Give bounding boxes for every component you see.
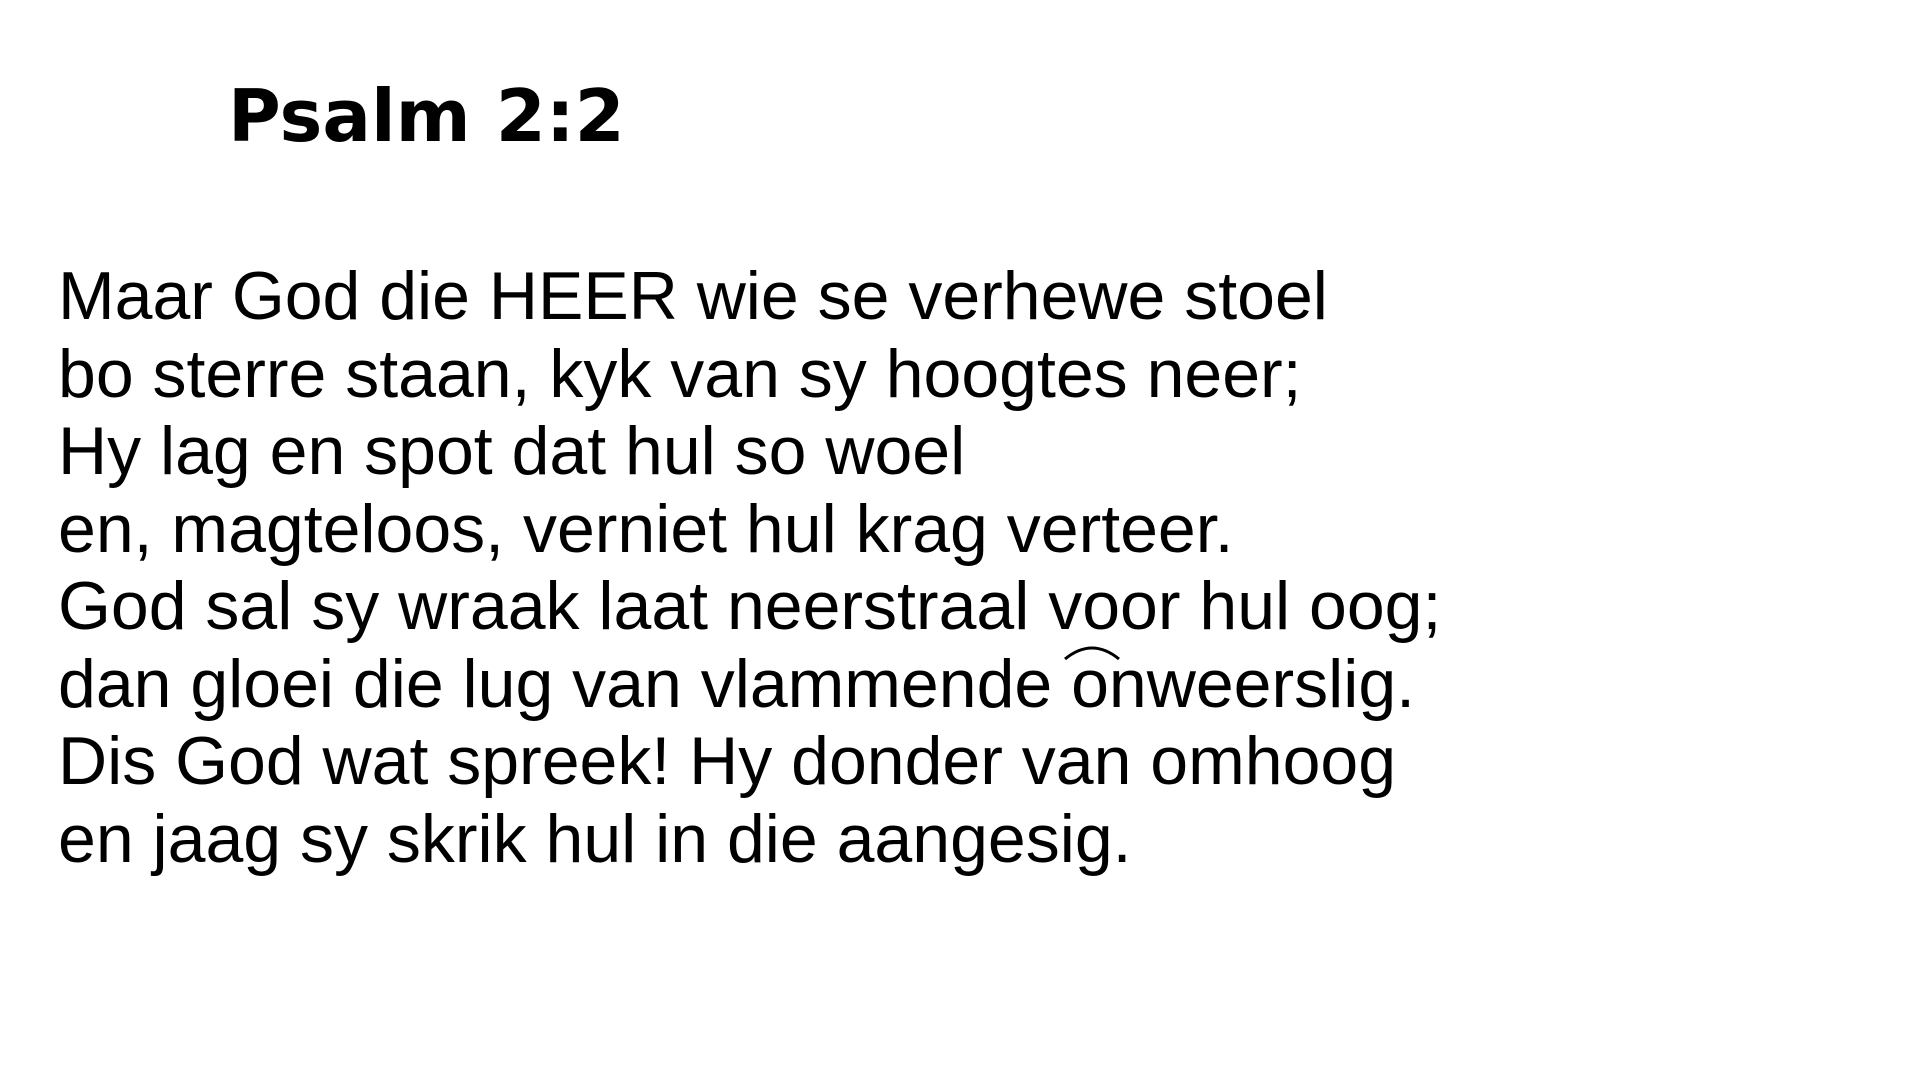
verse-line-1: Maar God die HEER wie se verhewe stoel xyxy=(58,258,1328,334)
verse-line-6-after: onweerslig. xyxy=(1071,645,1416,722)
verse-line-6: dan gloei die lug van vlammende onweersl… xyxy=(58,646,1898,724)
verse-line-8: en jaag sy skrik hul in die aangesig. xyxy=(58,800,1132,877)
verse-line-4: en, magteloos, verniet hul krag verteer. xyxy=(58,490,1234,567)
verse-line-7: Dis God wat spreek! Hy donder van omhoog xyxy=(58,723,1397,799)
verse-line-3: Hy lag en spot dat hul so woel xyxy=(58,413,966,489)
verse-line-6-before: dan gloei die lug van vlammende xyxy=(58,645,1053,722)
slide: Psalm 2:2 Maar God die HEER wie se verhe… xyxy=(0,0,1920,1080)
slide-title: Psalm 2:2 xyxy=(228,74,625,158)
verse-line-5: God sal sy wraak laat neerstraal voor hu… xyxy=(58,568,1442,644)
verse-line-2: bo sterre staan, kyk van sy hoogtes neer… xyxy=(58,335,1302,412)
verse-text: Maar God die HEER wie se verhewe stoel b… xyxy=(58,258,1898,878)
